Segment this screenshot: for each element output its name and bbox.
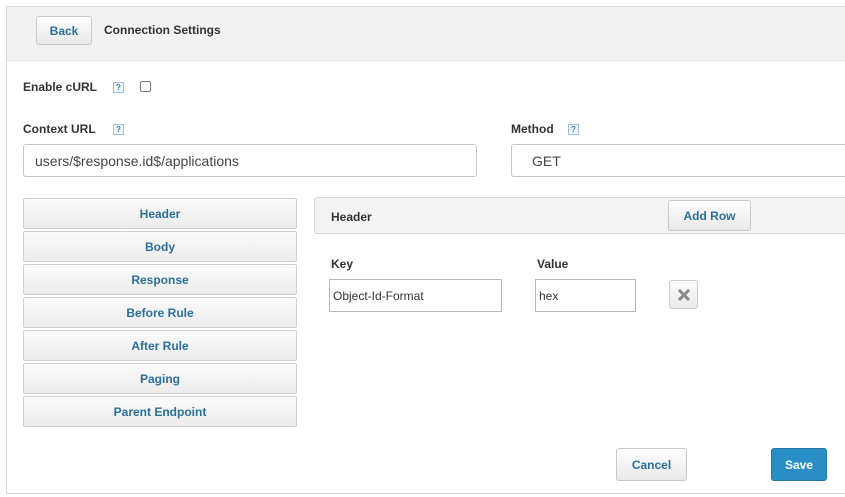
tab-parent-endpoint[interactable]: Parent Endpoint <box>23 396 297 427</box>
back-button[interactable]: Back <box>36 16 92 45</box>
tab-after-rule[interactable]: After Rule <box>23 330 297 361</box>
method-select[interactable]: GET <box>511 144 845 177</box>
enable-curl-label: Enable cURL <box>23 80 98 94</box>
connection-settings-page: Back Connection Settings Enable cURL ? C… <box>6 6 845 494</box>
tab-response[interactable]: Response <box>23 264 297 295</box>
panel-title: Header <box>331 210 372 224</box>
header-value-input[interactable]: hex <box>535 279 636 312</box>
context-url-label: Context URL <box>23 122 96 136</box>
tab-body[interactable]: Body <box>23 231 297 262</box>
save-button[interactable]: Save <box>771 448 827 481</box>
enable-curl-checkbox[interactable] <box>140 81 151 92</box>
page-title: Connection Settings <box>104 23 221 37</box>
value-column-header: Value <box>537 257 569 271</box>
cancel-button[interactable]: Cancel <box>616 448 687 481</box>
tab-header[interactable]: Header <box>23 198 297 229</box>
close-icon <box>677 288 690 301</box>
key-column-header: Key <box>331 257 354 271</box>
help-icon[interactable]: ? <box>113 82 124 93</box>
header-key-input[interactable]: Object-Id-Format <box>329 279 502 312</box>
tab-before-rule[interactable]: Before Rule <box>23 297 297 328</box>
help-icon[interactable]: ? <box>113 124 124 135</box>
delete-row-button[interactable] <box>669 280 698 309</box>
tab-paging[interactable]: Paging <box>23 363 297 394</box>
panel-header: Header <box>314 197 845 234</box>
add-row-button[interactable]: Add Row <box>668 200 751 231</box>
method-label: Method <box>511 122 554 136</box>
help-icon[interactable]: ? <box>568 124 579 135</box>
top-bar: Back Connection Settings <box>7 7 845 61</box>
context-url-input[interactable]: users/$response.id$/applications <box>23 144 477 177</box>
